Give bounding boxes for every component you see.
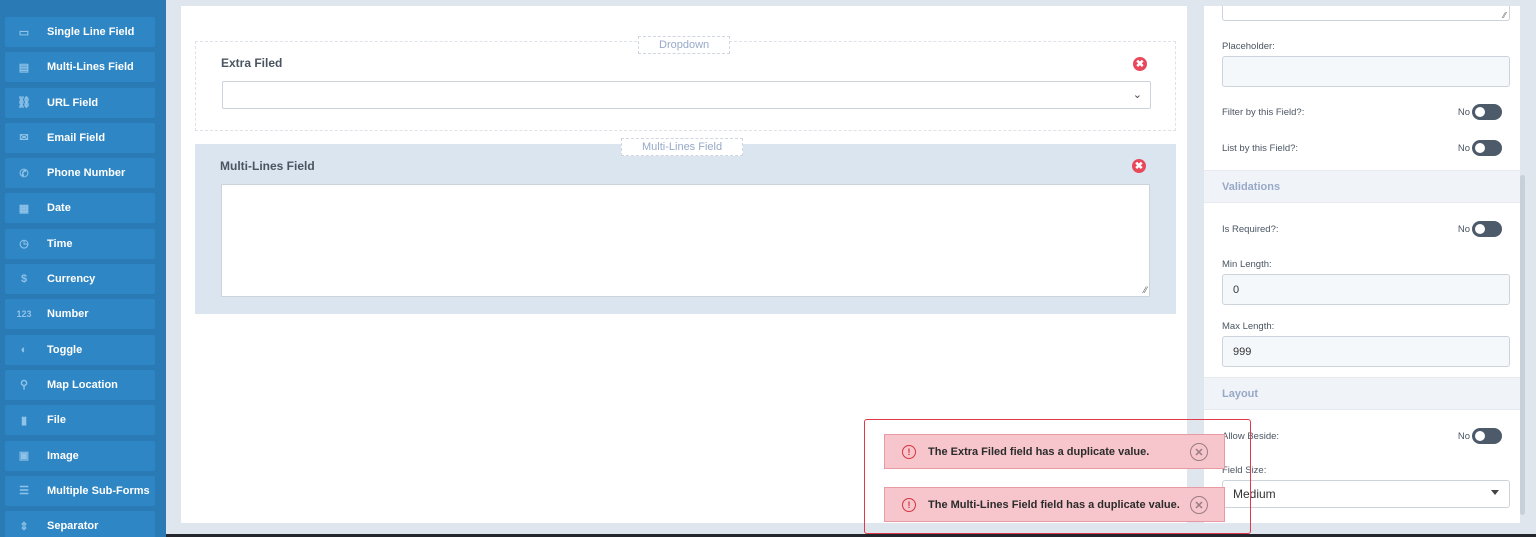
- clock-icon: ◷: [19, 238, 29, 251]
- separator-icon: ⇕: [19, 520, 29, 533]
- sidebar-item-phone-number[interactable]: ✆ Phone Number: [5, 158, 155, 189]
- number-icon: 123: [16, 309, 32, 320]
- sidebar-item-label: File: [47, 414, 66, 427]
- phone-icon: ✆: [19, 167, 29, 180]
- dollar-icon: $: [20, 273, 28, 286]
- multi-lines-icon: ▤: [18, 61, 30, 74]
- sidebar-item-label: Separator: [47, 520, 99, 533]
- multi-lines-textarea[interactable]: ⁄⁄: [221, 184, 1150, 297]
- sidebar-item-toggle[interactable]: ◐ Toggle: [5, 334, 155, 365]
- warning-icon: !: [902, 497, 916, 512]
- sidebar-item-label: Date: [47, 202, 71, 215]
- error-toast: ! The Multi-Lines Field field has a dupl…: [884, 487, 1225, 522]
- field-size-select[interactable]: Medium: [1222, 480, 1510, 508]
- single-line-icon: ▭: [18, 26, 30, 39]
- image-icon: ▣: [18, 450, 30, 463]
- sidebar-item-label: URL Field: [47, 96, 99, 109]
- min-length-label: Min Length:: [1222, 259, 1272, 270]
- panel-scrollbar[interactable]: [1520, 175, 1525, 515]
- toast-container: ! The Extra Filed field has a duplicate …: [864, 419, 1251, 534]
- allow-beside-toggle-state: No: [1457, 431, 1470, 442]
- max-length-label: Max Length:: [1222, 321, 1275, 332]
- filter-toggle[interactable]: [1472, 104, 1502, 120]
- sidebar-item-time[interactable]: ◷ Time: [5, 228, 155, 259]
- multi-lines-field-block[interactable]: Multi-Lines Field Multi-Lines Field ✖ ⁄⁄: [195, 138, 1176, 314]
- sidebar-item-label: Image: [47, 449, 79, 462]
- section-title: Layout: [1222, 388, 1259, 400]
- email-icon: ✉: [19, 132, 29, 145]
- list-toggle-state: No: [1457, 143, 1470, 154]
- link-icon: ⛓: [17, 97, 31, 110]
- allow-beside-toggle[interactable]: [1472, 428, 1502, 444]
- field-title: Extra Filed: [221, 56, 283, 70]
- toast-message: The Multi-Lines Field field has a duplic…: [928, 498, 1180, 511]
- sidebar-item-multiple-sub-forms[interactable]: ☰ Multiple Sub-Forms: [5, 475, 155, 506]
- filter-toggle-state: No: [1457, 107, 1470, 118]
- resize-grip-icon[interactable]: ⁄⁄: [1503, 11, 1506, 20]
- sidebar-item-email-field[interactable]: ✉ Email Field: [5, 122, 155, 153]
- sidebar-item-multi-lines-field[interactable]: ▤ Multi-Lines Field: [5, 52, 155, 83]
- placeholder-input[interactable]: [1222, 56, 1510, 87]
- sidebar-item-label: Single Line Field: [47, 26, 135, 38]
- sidebar-item-label: Multiple Sub-Forms: [47, 484, 150, 497]
- required-toggle-state: No: [1457, 224, 1470, 235]
- close-icon[interactable]: ✕: [1190, 496, 1208, 514]
- toast-message: The Extra Filed field has a duplicate va…: [928, 445, 1150, 458]
- sidebar-item-number[interactable]: 123 Number: [5, 299, 155, 330]
- description-textarea[interactable]: ⁄⁄: [1222, 6, 1510, 21]
- sidebar-item-label: Phone Number: [47, 167, 126, 180]
- list-toggle[interactable]: [1472, 140, 1502, 156]
- toggle-icon: ◐: [20, 343, 28, 356]
- sidebar-item-separator[interactable]: ⇕ Separator: [5, 511, 155, 537]
- sidebar-item-label: Toggle: [47, 343, 83, 356]
- remove-field-button[interactable]: ✖: [1132, 159, 1146, 173]
- placeholder-label: Placeholder:: [1222, 41, 1275, 52]
- close-icon[interactable]: ✕: [1190, 443, 1208, 461]
- layout-section-header: Layout: [1204, 377, 1520, 410]
- file-icon: ▮: [20, 414, 28, 427]
- sidebar-item-url-field[interactable]: ⛓ URL Field: [5, 87, 155, 118]
- sidebar-item-label: Time: [47, 237, 73, 250]
- caret-down-icon: [1491, 490, 1499, 495]
- sidebar-item-label: Email Field: [47, 131, 106, 144]
- sidebar-item-label: Multi-Lines Field: [47, 61, 134, 74]
- field-title: Multi-Lines Field: [220, 159, 315, 173]
- list-label: List by this Field?:: [1222, 143, 1299, 154]
- error-toast: ! The Extra Filed field has a duplicate …: [884, 434, 1225, 469]
- sidebar-item-label: Map Location: [47, 378, 118, 391]
- map-icon: ⚲: [19, 379, 29, 392]
- sidebar-item-label: Currency: [47, 273, 96, 286]
- required-toggle[interactable]: [1472, 221, 1502, 237]
- sidebar-item-single-line-field[interactable]: ▭ Single Line Field: [5, 17, 155, 47]
- sidebar-item-file[interactable]: ▮ File: [5, 405, 155, 436]
- sidebar-item-image[interactable]: ▣ Image: [5, 440, 155, 471]
- chevron-down-icon: ⌄: [1132, 89, 1142, 101]
- section-title: Validations: [1222, 181, 1281, 193]
- filter-label: Filter by this Field?:: [1222, 107, 1305, 118]
- field-properties-panel: ⁄⁄ Placeholder: Filter by this Field?: N…: [1204, 6, 1520, 523]
- sidebar-item-label: Number: [47, 308, 89, 321]
- field-type-tag: Multi-Lines Field: [621, 138, 744, 156]
- sidebar-item-currency[interactable]: $ Currency: [5, 264, 155, 295]
- min-length-input[interactable]: 0: [1222, 274, 1510, 305]
- sidebar-item-map-location[interactable]: ⚲ Map Location: [5, 369, 155, 400]
- field-type-sidebar: ▭ Single Line Field ▤ Multi-Lines Field …: [0, 0, 166, 537]
- remove-field-button[interactable]: ✖: [1133, 57, 1147, 71]
- sub-forms-icon: ☰: [19, 485, 29, 498]
- sidebar-item-date[interactable]: ▦ Date: [5, 193, 155, 224]
- required-label: Is Required?:: [1222, 224, 1279, 235]
- max-length-input[interactable]: 999: [1222, 336, 1510, 367]
- dropdown-field-block[interactable]: Dropdown Extra Filed ✖ ⌄: [195, 36, 1176, 131]
- resize-grip-icon[interactable]: ⁄⁄: [1144, 285, 1147, 295]
- warning-icon: !: [902, 444, 916, 459]
- calendar-icon: ▦: [18, 202, 30, 215]
- dropdown-select[interactable]: ⌄: [222, 81, 1151, 109]
- field-type-tag: Dropdown: [638, 36, 731, 54]
- validations-section-header: Validations: [1204, 170, 1520, 203]
